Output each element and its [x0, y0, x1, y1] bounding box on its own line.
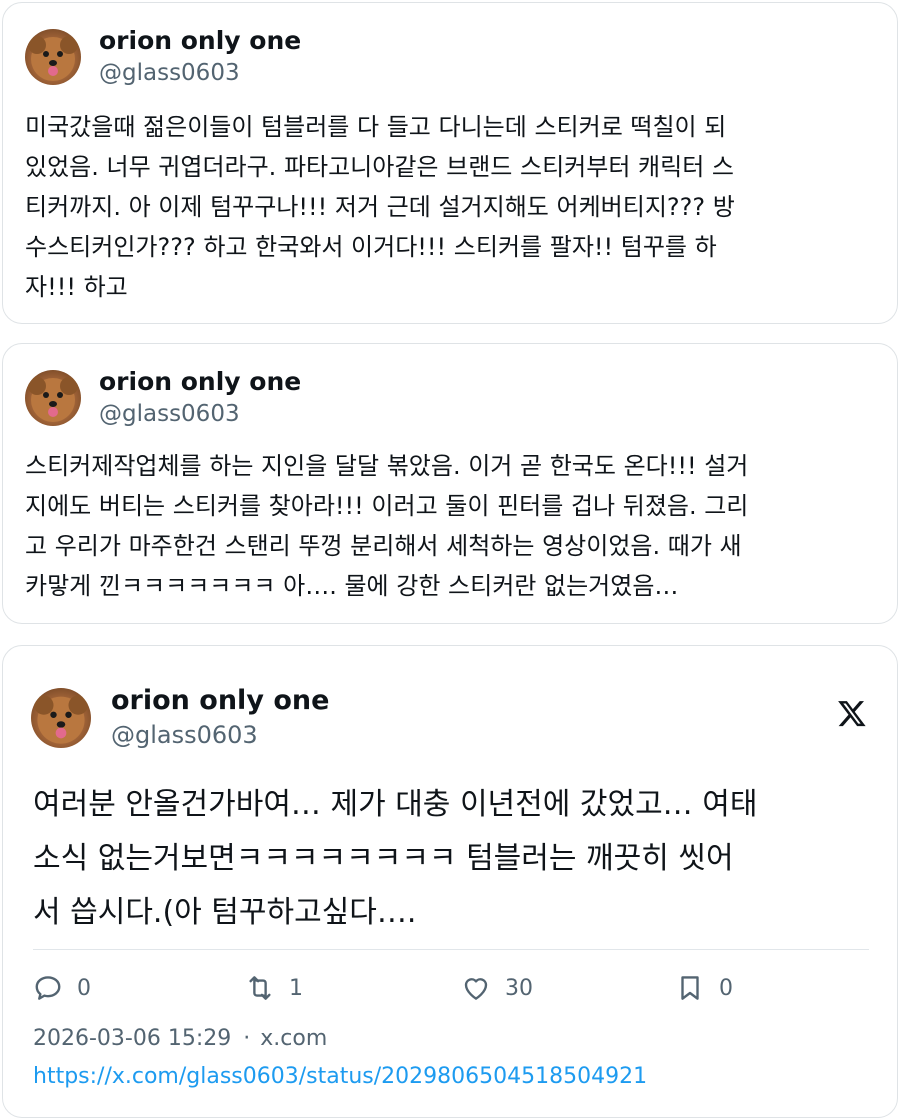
separator-dot: · — [243, 1026, 251, 1051]
tweet-header: orion only one @glass0603 — [31, 684, 329, 752]
like-button[interactable]: 30 — [461, 973, 533, 1003]
user-handle[interactable]: @glass0603 — [99, 57, 301, 89]
user-handle[interactable]: @glass0603 — [99, 398, 301, 430]
dog-avatar-icon — [34, 695, 88, 744]
timestamp[interactable]: 2026-03-06 15:29 — [33, 1026, 231, 1051]
display-name[interactable]: orion only one — [99, 366, 301, 398]
tweet-card-3[interactable]: orion only one @glass0603 여러분 안올건가바여… 제가… — [2, 645, 898, 1118]
like-count: 30 — [505, 975, 533, 1001]
dog-avatar-icon — [28, 377, 78, 422]
bookmark-icon — [681, 976, 699, 1000]
tweet-text: 여러분 안올건가바여… 제가 대충 이년전에 갔었고… 여태 소식 없는거보면ㅋ… — [33, 787, 758, 930]
tweet-meta: 2026-03-06 15:29 · x.com — [33, 1026, 327, 1051]
heart-icon — [464, 978, 488, 1000]
dog-avatar-icon — [28, 36, 78, 81]
reply-count: 0 — [77, 975, 91, 1001]
tweet-url[interactable]: https://x.com/glass0603/status/202980650… — [33, 1064, 647, 1089]
tweet-card-1[interactable]: orion only one @glass0603 미국갔을때 젊은이들이 텀블… — [2, 2, 898, 324]
source[interactable]: x.com — [260, 1026, 327, 1051]
display-name[interactable]: orion only one — [99, 25, 301, 57]
display-name[interactable]: orion only one — [111, 684, 329, 718]
retweet-button[interactable]: 1 — [245, 973, 303, 1003]
bookmark-count: 0 — [719, 975, 733, 1001]
tweet-header: orion only one @glass0603 — [25, 25, 301, 89]
user-handle[interactable]: @glass0603 — [111, 718, 329, 752]
tweet-card-2[interactable]: orion only one @glass0603 스티커제작업체를 하는 지인… — [2, 343, 898, 624]
tweet-text: 미국갔을때 젊은이들이 텀블러를 다 들고 다니는데 스티커로 떡칠이 되 있었… — [25, 113, 735, 301]
x-logo-icon[interactable] — [837, 698, 867, 728]
action-bar: 0 1 30 0 — [33, 973, 869, 1009]
avatar[interactable] — [31, 688, 91, 748]
avatar[interactable] — [25, 29, 81, 85]
retweet-count: 1 — [289, 975, 303, 1001]
avatar[interactable] — [25, 370, 81, 426]
retweet-icon — [249, 976, 271, 1000]
tweet-header: orion only one @glass0603 — [25, 366, 301, 430]
reply-icon — [35, 976, 61, 1000]
reply-button[interactable]: 0 — [33, 973, 91, 1003]
divider — [33, 949, 869, 950]
bookmark-button[interactable]: 0 — [675, 973, 733, 1003]
tweet-text: 스티커제작업체를 하는 지인을 달달 볶았음. 이거 곧 한국도 온다!!! 설… — [25, 452, 749, 600]
